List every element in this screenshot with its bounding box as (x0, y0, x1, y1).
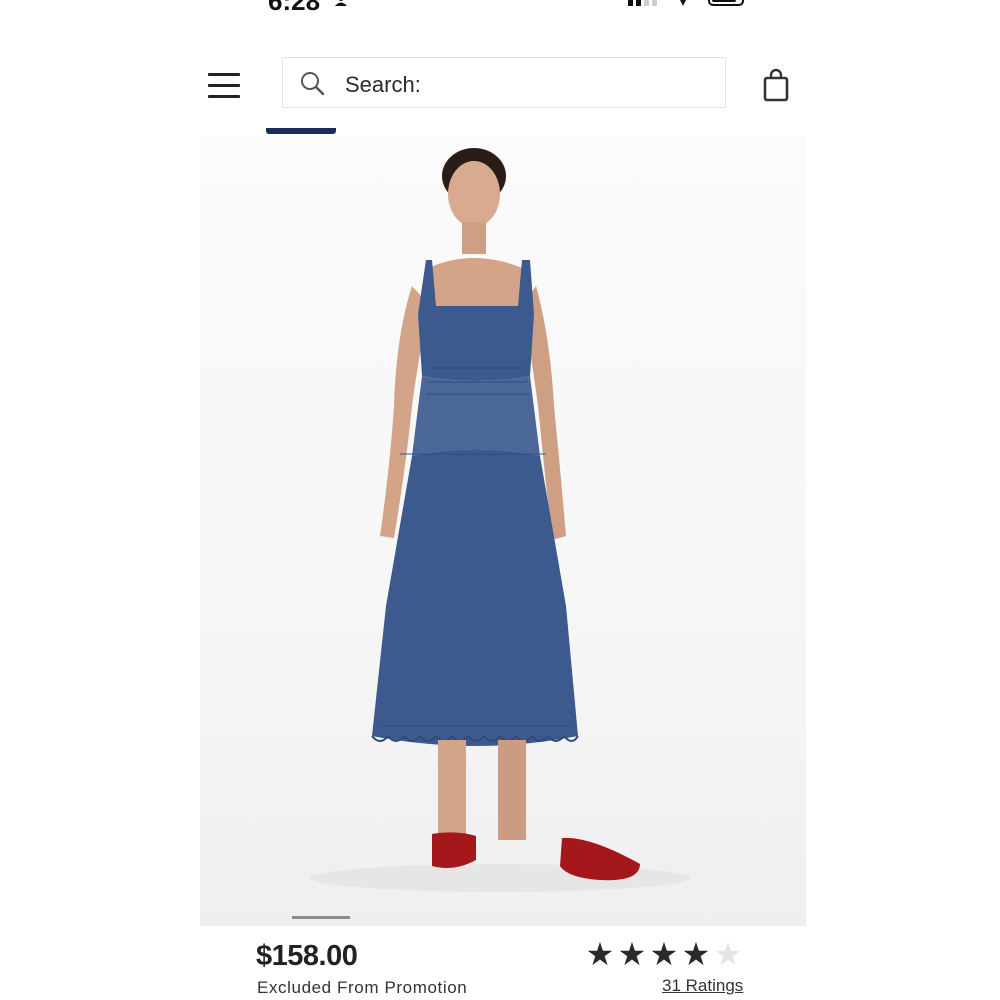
carousel-progress-track[interactable] (292, 916, 706, 919)
carousel-progress-indicator (292, 916, 350, 919)
menu-bar (208, 84, 240, 87)
active-tab-indicator (266, 128, 336, 134)
star-filled-icon: ★ (681, 936, 711, 972)
promotion-note: Excluded From Promotion (257, 978, 468, 997)
star-filled-icon: ★ (649, 936, 679, 972)
ratings-link[interactable]: 31 Ratings (662, 976, 743, 996)
search-placeholder: Search: (345, 72, 421, 97)
search-icon (301, 72, 325, 96)
product-price: $158.00 (256, 940, 358, 972)
star-filled-icon: ★ (585, 936, 615, 972)
search-input[interactable]: Search: (282, 57, 726, 108)
product-image[interactable] (200, 136, 806, 926)
menu-bar (208, 73, 240, 76)
star-rating[interactable]: ★ ★ ★ ★ ★ (584, 938, 744, 972)
status-time: 6:28 (268, 0, 321, 16)
signal-strength-icon (628, 0, 657, 6)
battery-icon (708, 0, 744, 6)
focus-person-icon (335, 0, 347, 6)
star-empty-icon: ★ (713, 936, 743, 972)
menu-bar (208, 95, 240, 98)
status-bar: 6:28 (0, 0, 1000, 16)
shopping-bag-icon[interactable] (762, 68, 790, 102)
wifi-icon (680, 0, 686, 6)
menu-button[interactable] (208, 70, 242, 100)
star-filled-icon: ★ (617, 936, 647, 972)
dress-model-illustration (310, 148, 690, 892)
